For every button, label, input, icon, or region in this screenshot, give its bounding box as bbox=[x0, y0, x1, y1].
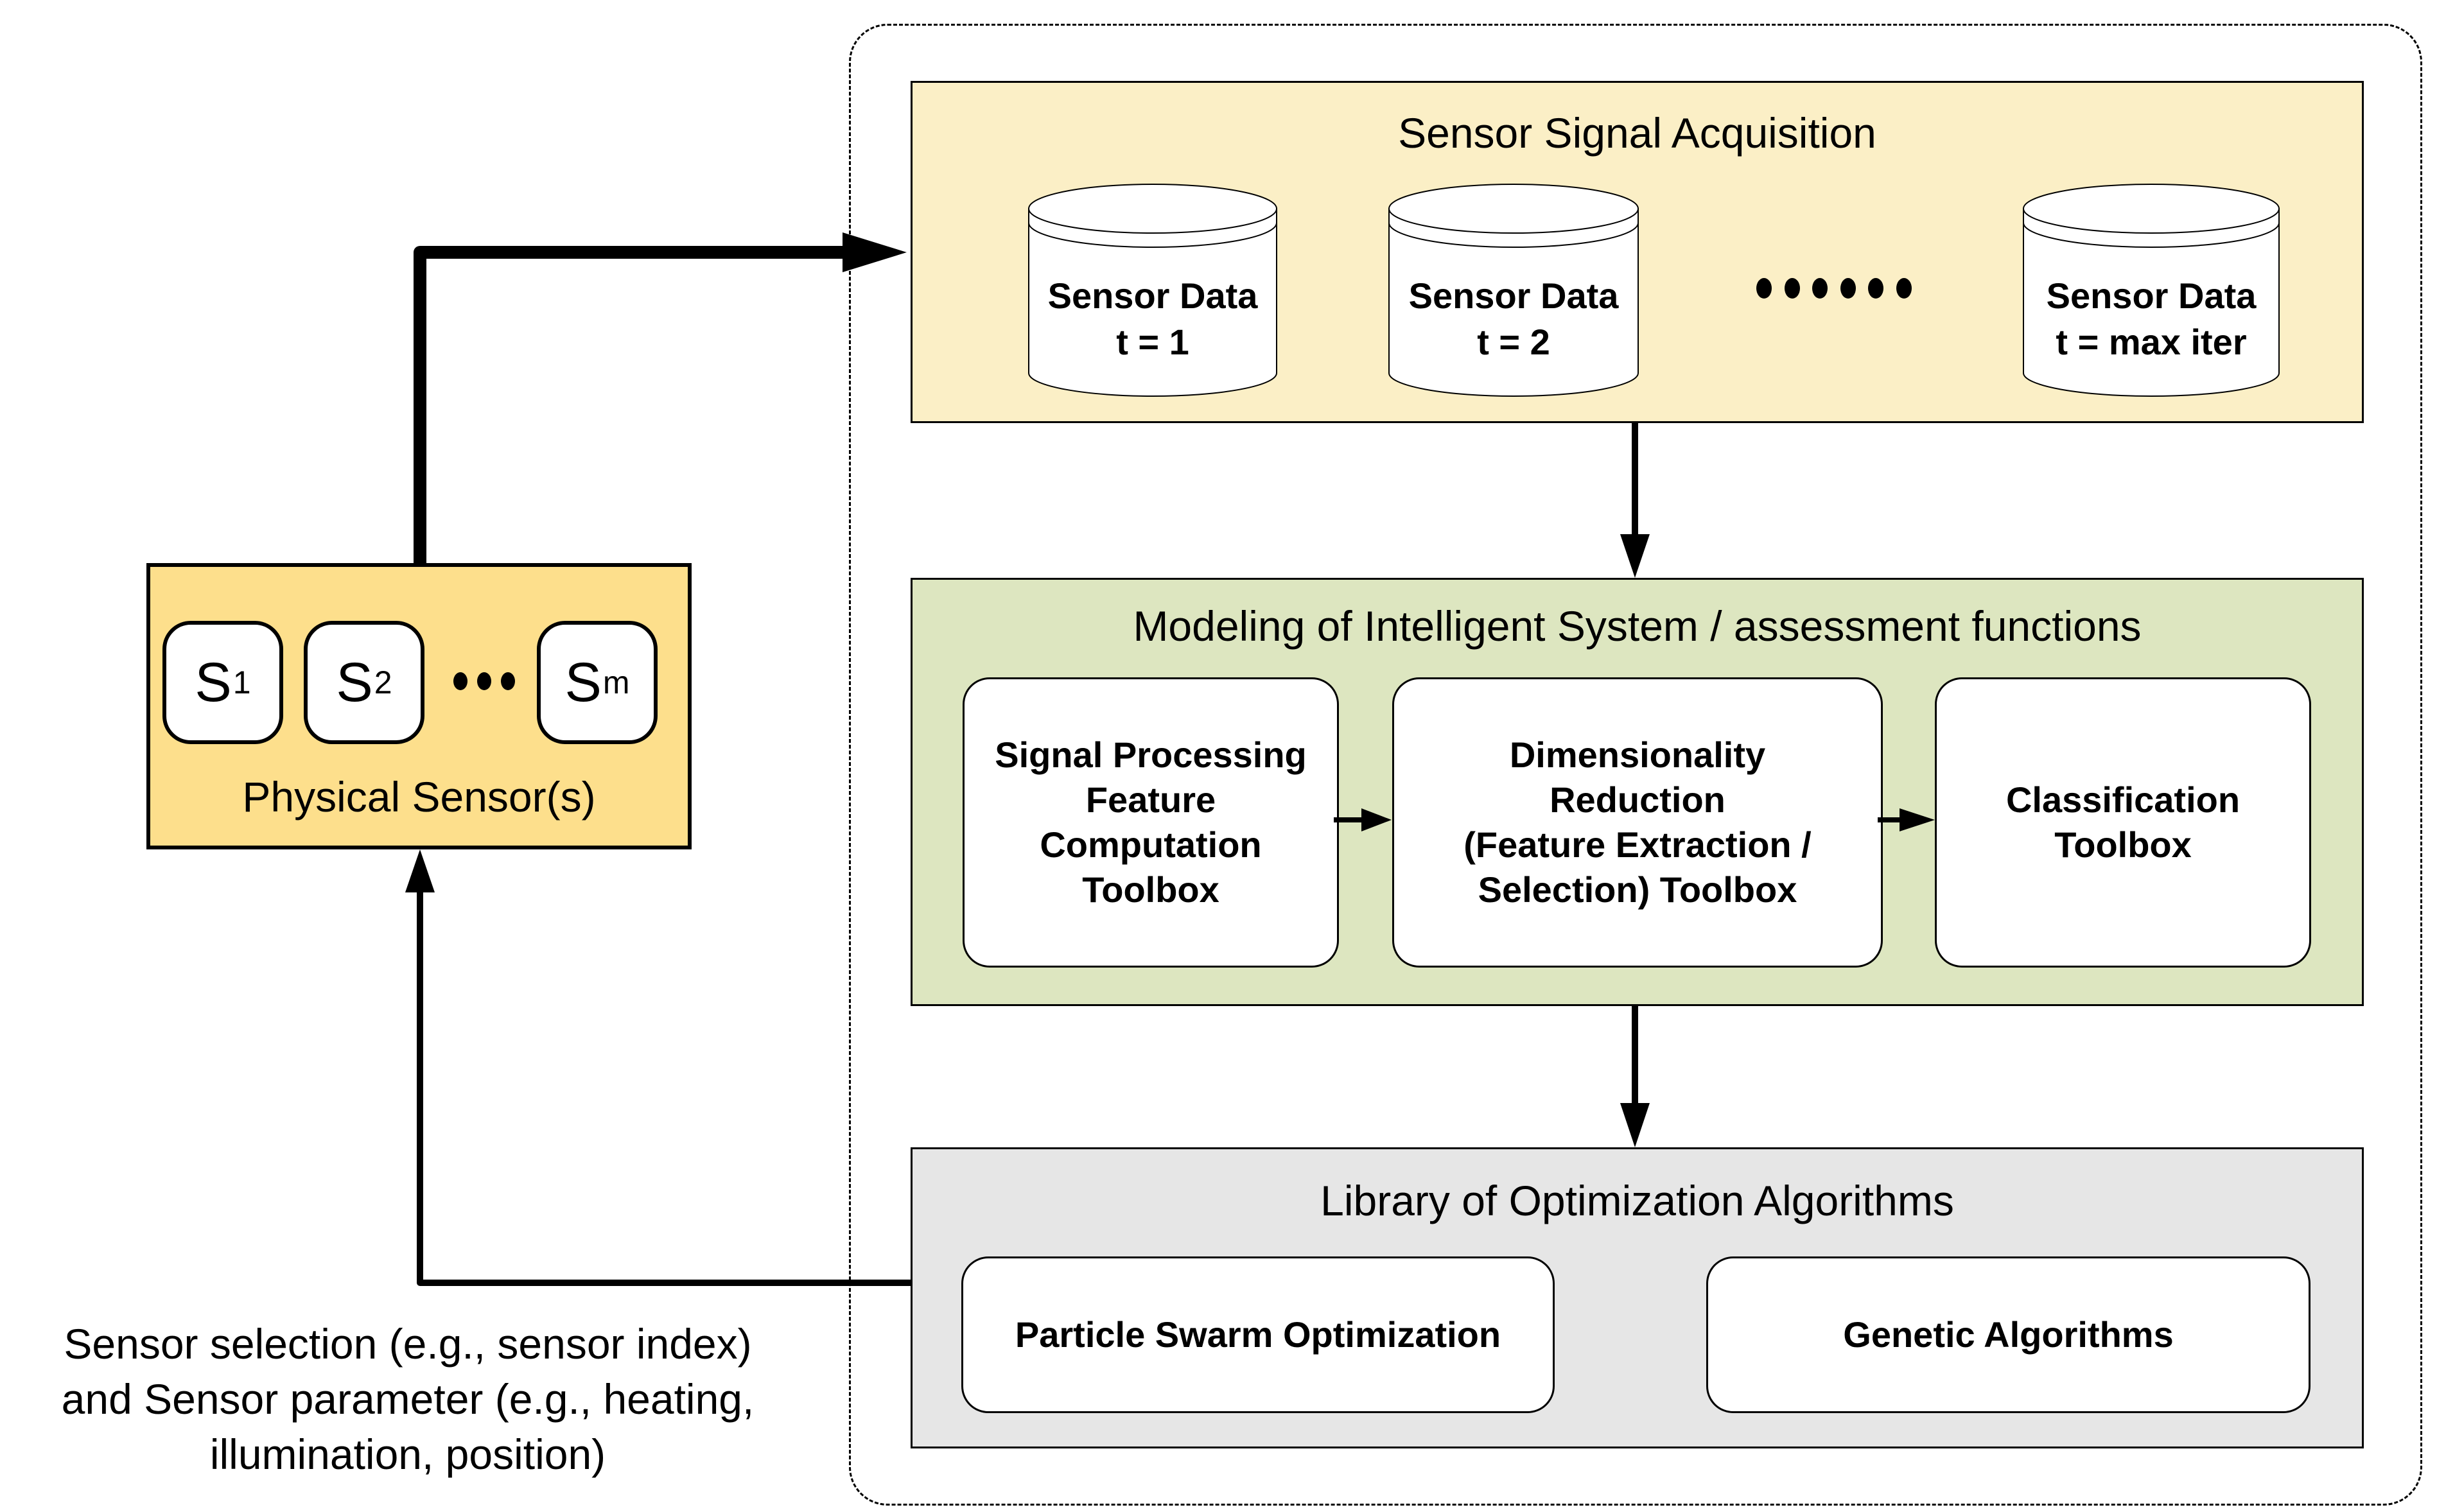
store-time: t = 2 bbox=[1477, 322, 1550, 362]
physical-sensors-label: Physical Sensor(s) bbox=[242, 773, 596, 821]
more-stores-ellipsis bbox=[1756, 277, 1912, 300]
sensor-data-store: Sensor Data t = 1 bbox=[1027, 183, 1278, 397]
sensor-index: 1 bbox=[232, 665, 251, 700]
classification-toolbox: Classification Toolbox bbox=[1935, 677, 2311, 968]
sensor-name: S bbox=[564, 652, 602, 713]
more-sensors-ellipsis bbox=[453, 672, 515, 691]
arrow-sensors-to-acquisition bbox=[414, 232, 907, 563]
signal-processing-toolbox: Signal Processing Feature Computation To… bbox=[963, 677, 1339, 968]
modeling-panel: Modeling of Intelligent System / assessm… bbox=[911, 578, 2364, 1006]
optimization-library-panel: Library of Optimization Algorithms Parti… bbox=[911, 1147, 2364, 1448]
physical-sensors-box: S1 S2 Sm Physical Sensor(s) bbox=[146, 563, 692, 849]
toolbox-label: Classification Toolbox bbox=[2005, 779, 2240, 865]
particle-swarm-optimization-box: Particle Swarm Optimization bbox=[961, 1256, 1555, 1413]
toolbox-label: Dimensionality Reduction (Feature Extrac… bbox=[1463, 734, 1812, 910]
toolbox-label: Signal Processing Feature Computation To… bbox=[995, 734, 1307, 910]
feedback-caption: Sensor selection (e.g., sensor index) an… bbox=[61, 1320, 755, 1478]
sensor-data-store: Sensor Data t = max iter bbox=[2022, 183, 2280, 397]
sensor-name: S bbox=[336, 652, 373, 713]
sensor-chip: S1 bbox=[162, 621, 283, 744]
optimization-title: Library of Optimization Algorithms bbox=[1320, 1177, 1954, 1224]
sensor-name: S bbox=[195, 652, 232, 713]
modeling-title: Modeling of Intelligent System / assessm… bbox=[1133, 602, 2142, 650]
store-time: t = 1 bbox=[1116, 322, 1189, 362]
sensor-index: m bbox=[602, 665, 630, 700]
dimensionality-reduction-toolbox: Dimensionality Reduction (Feature Extrac… bbox=[1392, 677, 1883, 968]
genetic-algorithms-box: Genetic Algorithms bbox=[1706, 1256, 2310, 1413]
algorithm-label: Genetic Algorithms bbox=[1843, 1314, 2174, 1355]
algorithm-label: Particle Swarm Optimization bbox=[1015, 1314, 1501, 1355]
sensor-signal-acquisition-panel: Sensor Signal Acquisition Sensor Data t … bbox=[911, 81, 2364, 423]
acquisition-title: Sensor Signal Acquisition bbox=[1398, 109, 1876, 157]
arrow-optimization-to-sensors-feedback bbox=[405, 849, 911, 1286]
sensor-chip: S2 bbox=[304, 621, 424, 744]
store-time: t = max iter bbox=[2056, 322, 2247, 362]
store-label: Sensor Data bbox=[1408, 275, 1619, 316]
sensor-data-store: Sensor Data t = 2 bbox=[1388, 183, 1639, 397]
store-label: Sensor Data bbox=[2046, 275, 2257, 316]
sensor-chip: Sm bbox=[537, 621, 658, 744]
store-label: Sensor Data bbox=[1047, 275, 1258, 316]
sensor-index: 2 bbox=[374, 665, 392, 700]
